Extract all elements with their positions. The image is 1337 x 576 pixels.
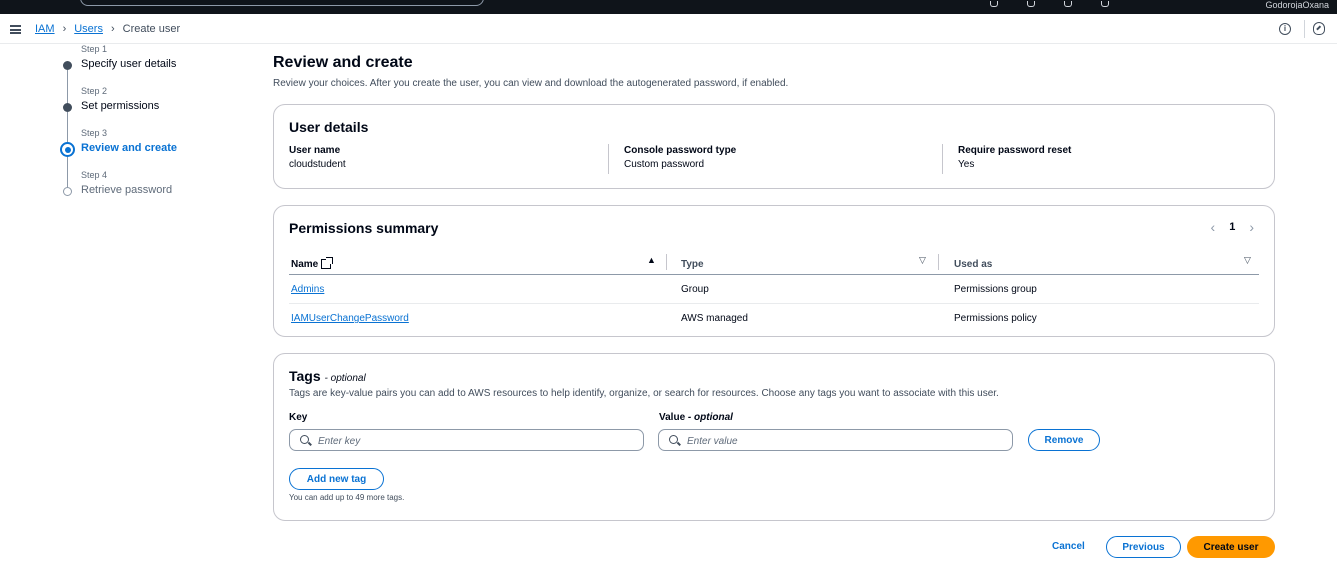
step-current-icon bbox=[60, 142, 75, 157]
create-user-button[interactable]: Create user bbox=[1187, 536, 1275, 558]
tags-description: Tags are key-value pairs you can add to … bbox=[289, 388, 999, 399]
divider bbox=[942, 144, 943, 174]
account-menu[interactable]: GodorojaOxana bbox=[1265, 1, 1329, 9]
user-name-field: User name cloudstudent bbox=[289, 145, 346, 175]
settings-icon[interactable] bbox=[1101, 1, 1109, 7]
search-icon bbox=[300, 435, 309, 444]
column-label: Type bbox=[681, 258, 704, 270]
step-number: Step 4 bbox=[81, 170, 108, 180]
field-key: Console password type bbox=[624, 145, 737, 156]
console-search-box[interactable] bbox=[80, 0, 484, 6]
shield-icon[interactable] bbox=[1313, 22, 1325, 35]
field-value: Custom password bbox=[624, 159, 705, 170]
notifications-icon[interactable] bbox=[1027, 1, 1035, 7]
field-value: Yes bbox=[958, 159, 975, 170]
page-description: Review your choices. After you create th… bbox=[273, 78, 789, 89]
user-details-title: User details bbox=[289, 119, 369, 135]
step-connector bbox=[67, 157, 68, 188]
field-key: Require password reset bbox=[958, 145, 1072, 156]
password-type-field: Console password type Custom password bbox=[624, 145, 736, 175]
chevron-right-icon: › bbox=[62, 23, 67, 35]
chevron-left-icon[interactable]: ‹ bbox=[1211, 220, 1216, 234]
breadcrumb-current: Create user bbox=[122, 23, 181, 35]
header-divider bbox=[289, 274, 1259, 275]
tag-value-input[interactable] bbox=[658, 429, 1013, 451]
sort-ascending-icon[interactable]: ▲ bbox=[647, 255, 656, 265]
chevron-right-icon: › bbox=[110, 23, 115, 35]
step-complete-icon bbox=[63, 103, 72, 112]
tag-value-field[interactable] bbox=[687, 433, 970, 449]
column-label: Used as bbox=[954, 258, 993, 270]
value-label: Value - optional bbox=[659, 412, 733, 423]
column-header-type[interactable]: Type bbox=[681, 253, 704, 275]
used-as-cell: Permissions group bbox=[954, 284, 1037, 295]
step-label: Review and create bbox=[81, 142, 177, 154]
search-icon bbox=[669, 435, 678, 444]
column-label: Name bbox=[291, 258, 319, 270]
divider bbox=[608, 144, 609, 174]
tags-title: Tags - optional bbox=[289, 368, 366, 384]
breadcrumb-bar: IAM › Users › Create user i bbox=[0, 14, 1337, 44]
cancel-button[interactable]: Cancel bbox=[1052, 541, 1085, 552]
menu-icon[interactable] bbox=[10, 25, 21, 34]
step-number: Step 3 bbox=[81, 128, 108, 138]
policy-link[interactable]: Admins bbox=[291, 284, 324, 295]
cloudshell-icon[interactable] bbox=[990, 1, 998, 7]
step-pending-icon bbox=[63, 187, 72, 196]
optional-label: - optional bbox=[687, 412, 733, 423]
tags-card: Tags - optional Tags are key-value pairs… bbox=[273, 353, 1275, 521]
permissions-title: Permissions summary bbox=[289, 220, 439, 236]
console-top-bar: GodorojaOxana bbox=[0, 0, 1337, 14]
step-label[interactable]: Specify user details bbox=[81, 58, 176, 70]
key-label: Key bbox=[289, 412, 308, 423]
optional-label: - optional bbox=[324, 373, 366, 384]
tags-title-text: Tags bbox=[289, 368, 321, 384]
value-label-text: Value bbox=[659, 412, 686, 423]
step-number: Step 1 bbox=[81, 44, 108, 54]
breadcrumb-iam-link[interactable]: IAM bbox=[35, 23, 55, 35]
external-link-icon bbox=[321, 257, 334, 269]
sort-icon[interactable]: ▽ bbox=[1244, 255, 1251, 266]
policy-link[interactable]: IAMUserChangePassword bbox=[291, 313, 409, 324]
permissions-summary-card: Permissions summary ‹ 1 › Name ▲ Type ▽ … bbox=[273, 205, 1275, 337]
password-reset-field: Require password reset Yes bbox=[958, 145, 1071, 175]
chevron-right-icon[interactable]: › bbox=[1249, 220, 1254, 234]
step-connector bbox=[67, 70, 68, 104]
user-details-card: User details User name cloudstudent Cons… bbox=[273, 104, 1275, 189]
remove-tag-button[interactable]: Remove bbox=[1028, 429, 1100, 451]
breadcrumb: IAM › Users › Create user bbox=[35, 23, 180, 35]
step-connector bbox=[67, 112, 68, 145]
type-cell: AWS managed bbox=[681, 313, 748, 324]
tag-key-field[interactable] bbox=[318, 433, 601, 449]
tags-helper-text: You can add up to 49 more tags. bbox=[289, 493, 405, 502]
step-label[interactable]: Set permissions bbox=[81, 100, 159, 112]
step-complete-icon bbox=[63, 61, 72, 70]
used-as-cell: Permissions policy bbox=[954, 313, 1037, 324]
tag-key-input[interactable] bbox=[289, 429, 644, 451]
add-new-tag-button[interactable]: Add new tag bbox=[289, 468, 384, 490]
page-number[interactable]: 1 bbox=[1229, 221, 1235, 233]
field-value: cloudstudent bbox=[289, 159, 346, 170]
info-icon[interactable]: i bbox=[1279, 23, 1291, 35]
help-icon[interactable] bbox=[1064, 1, 1072, 7]
column-header-used-as[interactable]: Used as bbox=[954, 253, 992, 275]
row-divider bbox=[289, 303, 1259, 304]
previous-button[interactable]: Previous bbox=[1106, 536, 1181, 558]
step-label: Retrieve password bbox=[81, 184, 173, 196]
step-number: Step 2 bbox=[81, 86, 108, 96]
divider bbox=[1304, 20, 1305, 38]
field-key: User name bbox=[289, 145, 341, 156]
column-divider bbox=[666, 254, 667, 270]
column-header-name[interactable]: Name bbox=[291, 253, 334, 275]
sort-icon[interactable]: ▽ bbox=[919, 255, 926, 266]
type-cell: Group bbox=[681, 284, 709, 295]
pagination: ‹ 1 › bbox=[1211, 220, 1254, 234]
page-title: Review and create bbox=[273, 54, 413, 71]
breadcrumb-users-link[interactable]: Users bbox=[74, 23, 103, 35]
column-divider bbox=[938, 254, 939, 270]
